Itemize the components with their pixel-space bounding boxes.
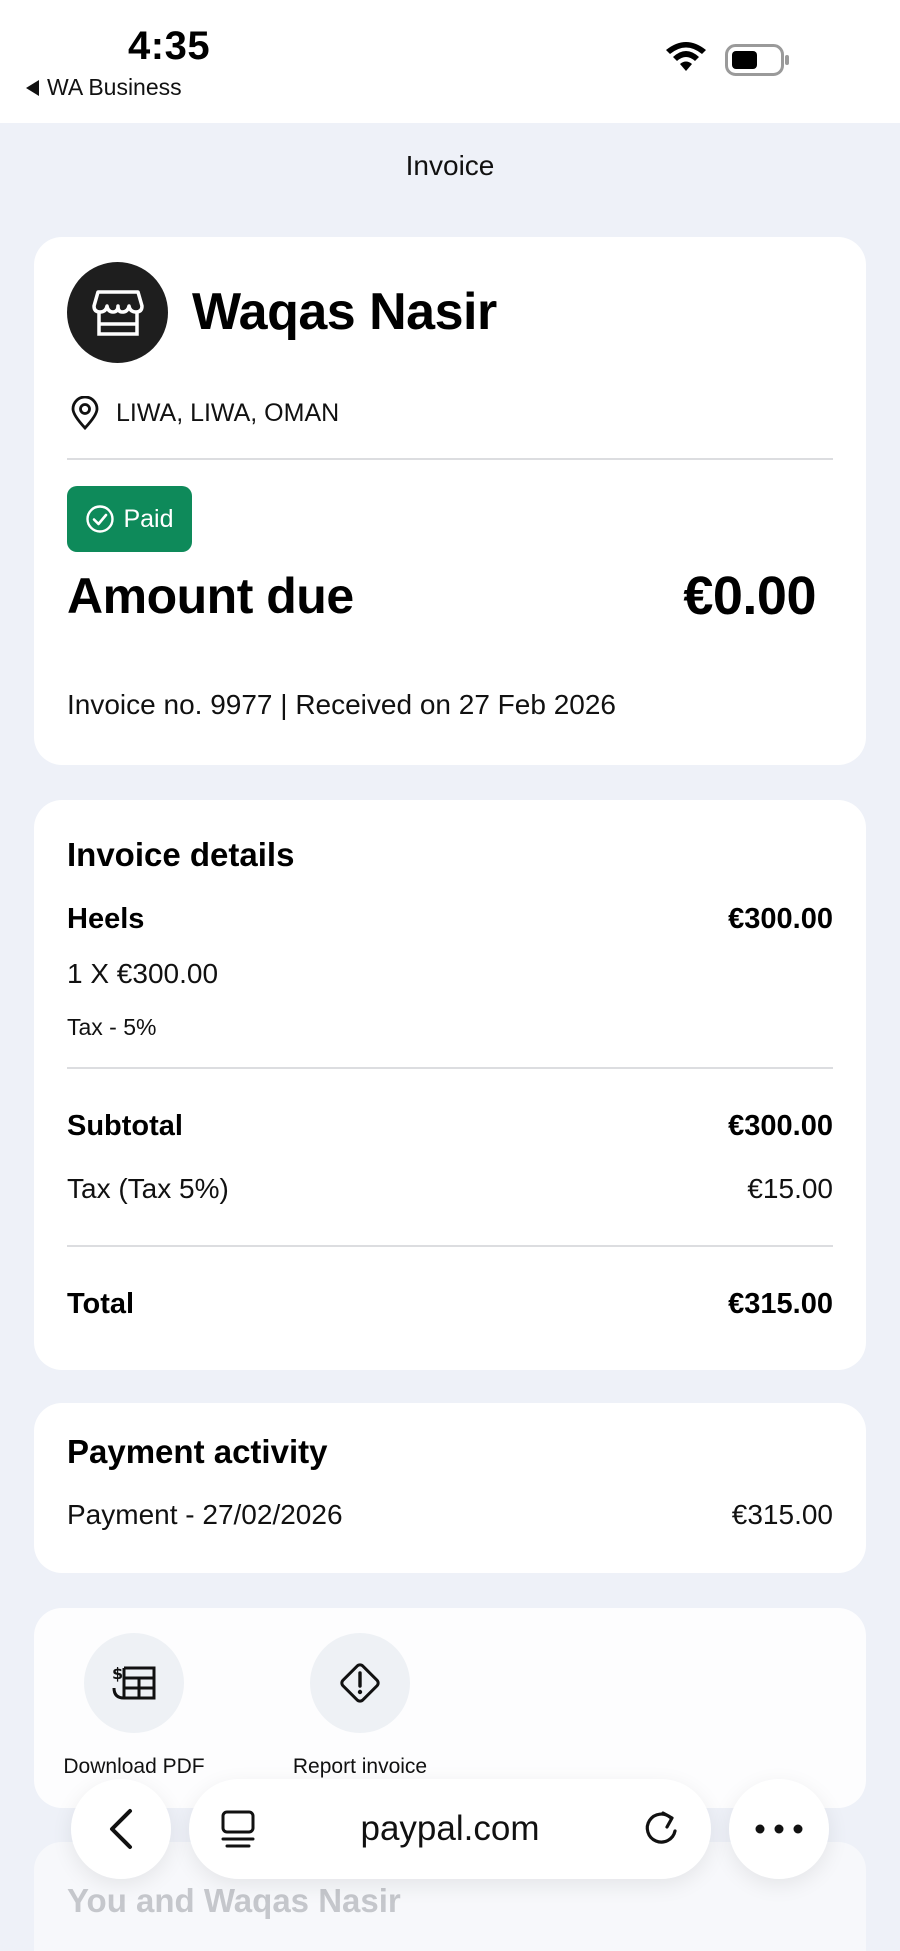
merchant-name: Waqas Nasir <box>192 283 497 341</box>
browser-back-button[interactable] <box>71 1779 171 1879</box>
warning-diamond-icon <box>340 1663 380 1703</box>
subtotal-label: Subtotal <box>67 1110 183 1142</box>
tax-value: €15.00 <box>747 1173 833 1204</box>
back-to-app-link[interactable]: WA Business <box>26 74 182 101</box>
report-invoice-button[interactable]: Report invoice <box>270 1633 450 1779</box>
amount-due-label: Amount due <box>67 568 354 624</box>
divider <box>67 1245 833 1247</box>
tabs-icon[interactable] <box>219 1809 257 1851</box>
svg-text:$: $ <box>112 1664 123 1683</box>
report-invoice-circle <box>310 1633 410 1733</box>
battery-icon <box>725 44 789 76</box>
store-icon <box>91 289 144 336</box>
divider <box>67 458 833 460</box>
total-value: €315.00 <box>728 1288 833 1320</box>
status-bar: 4:35 WA Business <box>0 0 900 123</box>
url-text: paypal.com <box>360 1809 540 1848</box>
relationship-title: You and Waqas Nasir <box>67 1882 401 1919</box>
back-triangle-icon <box>26 79 39 96</box>
payment-value: €315.00 <box>731 1499 833 1530</box>
total-label: Total <box>67 1288 135 1320</box>
chevron-left-icon <box>110 1809 132 1849</box>
invoice-meta: Invoice no. 9977 | Received on 27 Feb 20… <box>67 689 616 720</box>
payment-activity-card: Payment activity Payment - 27/02/2026 €3… <box>34 1403 866 1573</box>
payment-activity-title: Payment activity <box>67 1433 328 1470</box>
status-badge: Paid <box>67 486 192 552</box>
report-invoice-label: Report invoice <box>292 1755 428 1778</box>
tax-label: Tax (Tax 5%) <box>67 1173 229 1204</box>
invoice-details-card: Invoice details Heels €300.00 1 X €300.0… <box>34 800 866 1370</box>
divider <box>67 1067 833 1069</box>
wifi-icon <box>666 42 706 71</box>
amount-due-value: €0.00 <box>683 566 816 626</box>
merchant-location: LIWA, LIWA, OMAN <box>70 396 339 430</box>
download-pdf-circle: $ <box>84 1633 184 1733</box>
avatar <box>67 262 168 363</box>
receipt-icon: $ <box>112 1664 156 1700</box>
more-options-button[interactable] <box>729 1779 829 1879</box>
address-bar[interactable]: paypal.com <box>189 1779 711 1879</box>
location-pin-icon <box>71 396 99 430</box>
invoice-actions-card: $ Download PDF Report invoice <box>34 1608 866 1808</box>
item-name: Heels <box>67 903 145 935</box>
location-text: LIWA, LIWA, OMAN <box>116 398 340 427</box>
reload-icon[interactable] <box>641 1807 681 1849</box>
download-pdf-label: Download PDF <box>63 1755 205 1778</box>
item-amount: €300.00 <box>728 903 833 935</box>
status-badge-label: Paid <box>123 504 174 533</box>
invoice-details-title: Invoice details <box>67 836 295 873</box>
payment-label: Payment - 27/02/2026 <box>67 1499 343 1530</box>
status-time: 4:35 <box>128 24 211 68</box>
subtotal-value: €300.00 <box>728 1110 833 1142</box>
invoice-summary-card: Waqas Nasir LIWA, LIWA, OMAN Paid Amount… <box>34 237 866 765</box>
more-horizontal-icon <box>755 1824 803 1834</box>
download-pdf-button[interactable]: $ Download PDF <box>44 1633 224 1779</box>
item-tax: Tax - 5% <box>67 1014 157 1040</box>
back-app-label: WA Business <box>47 74 182 100</box>
check-circle-icon <box>86 505 115 533</box>
page-title: Invoice <box>405 150 495 181</box>
item-quantity: 1 X €300.00 <box>67 958 219 989</box>
